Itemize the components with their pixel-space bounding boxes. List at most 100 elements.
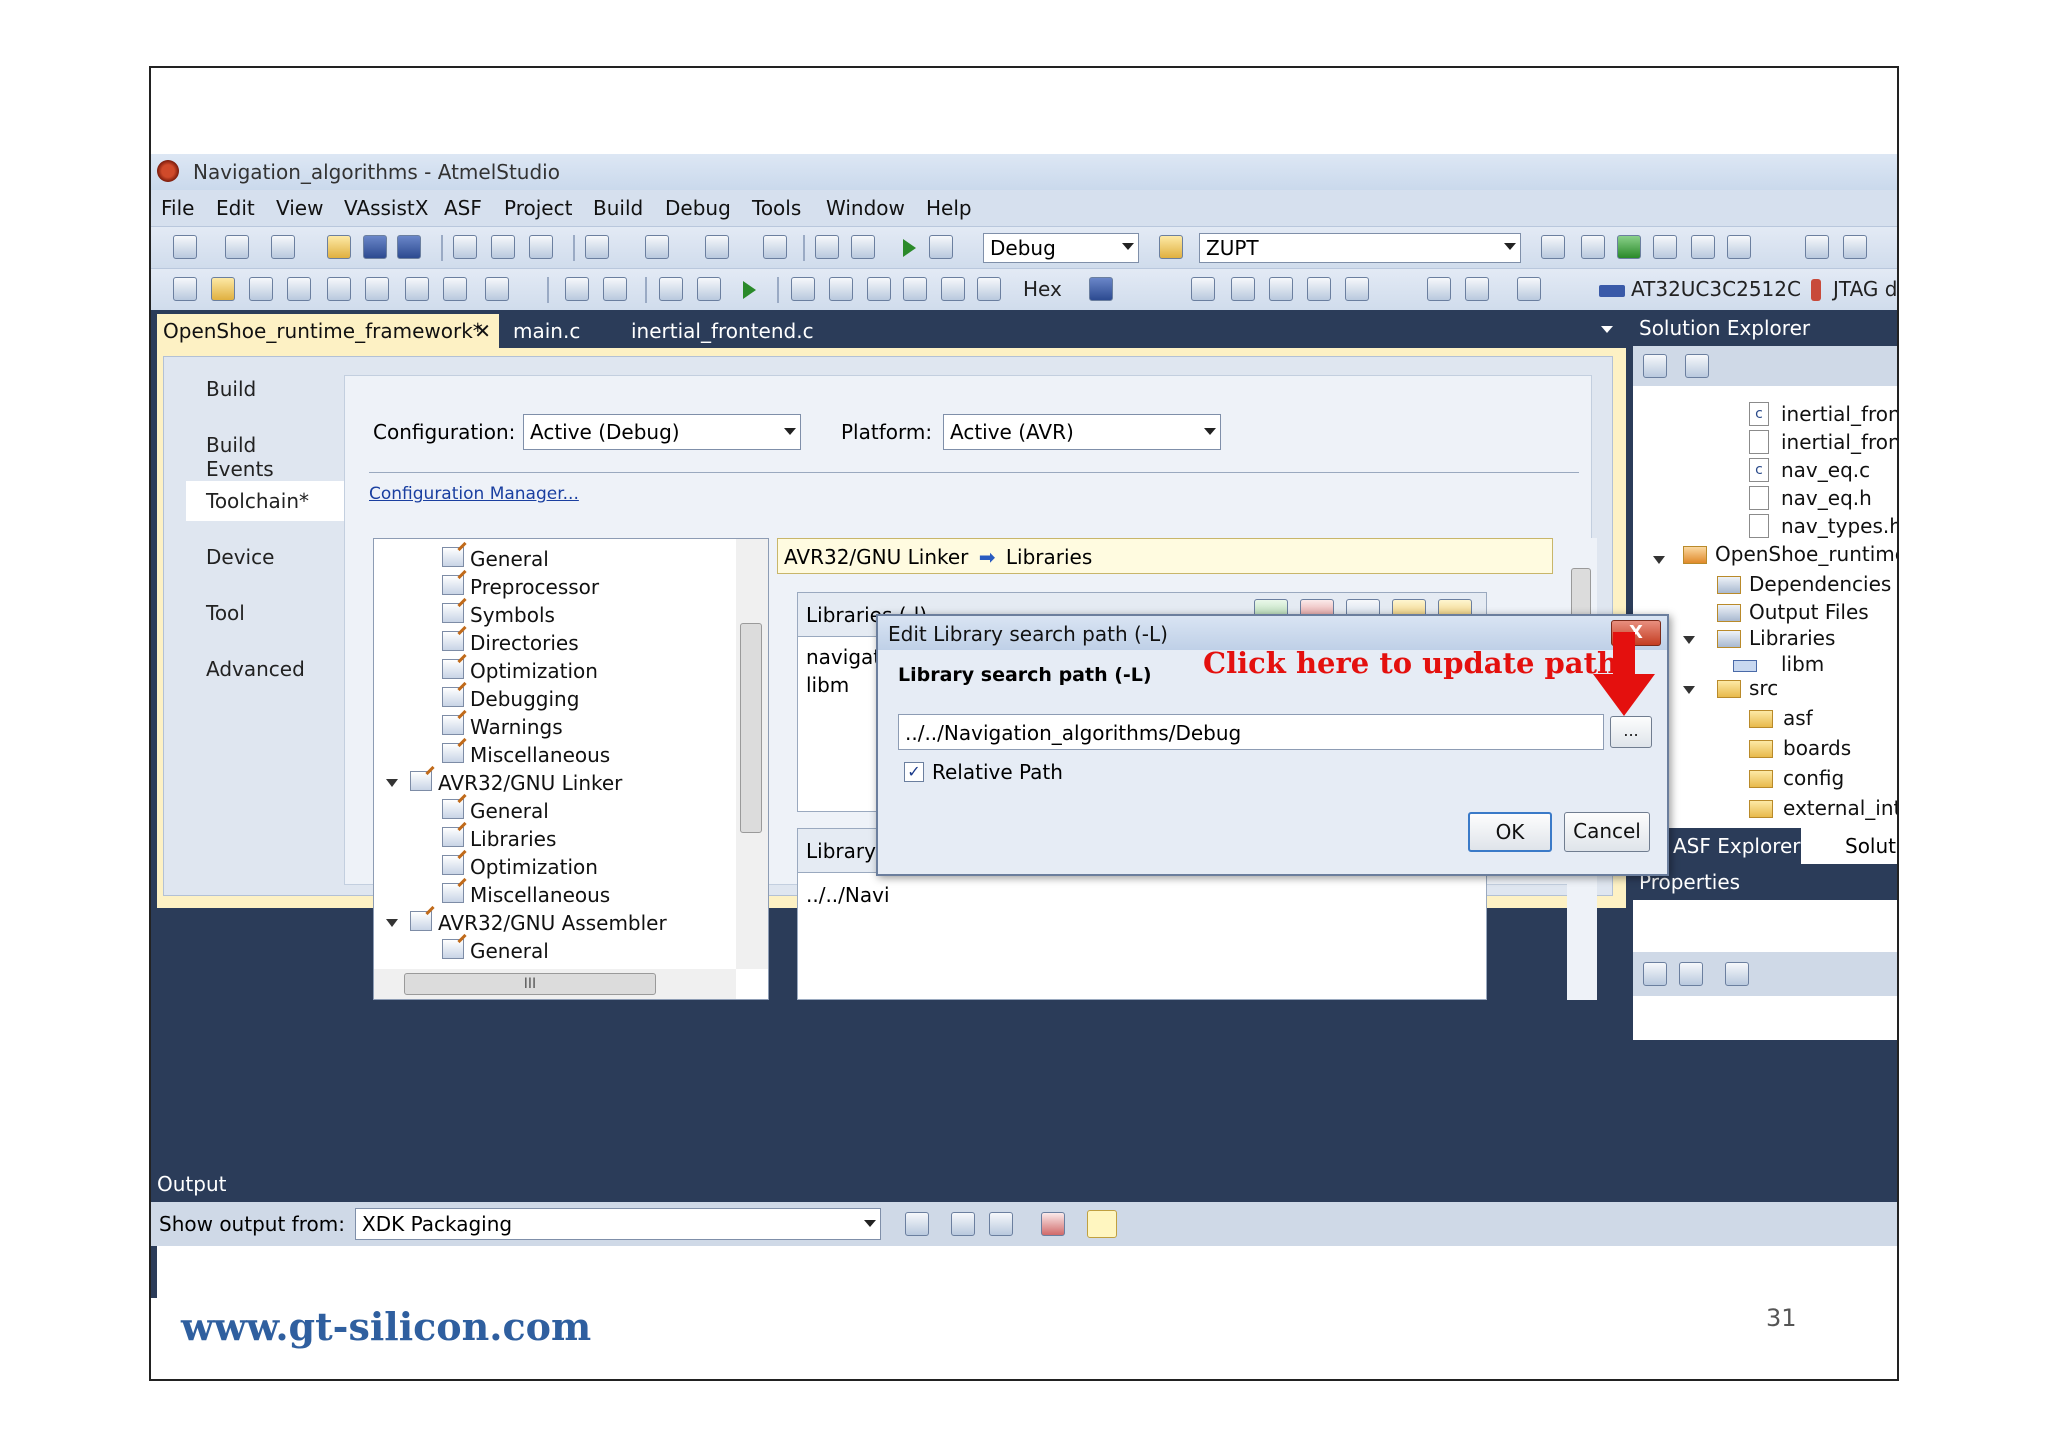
step-into-icon[interactable] xyxy=(659,277,683,301)
menu-asf[interactable]: ASF xyxy=(444,196,482,220)
save-all-icon[interactable] xyxy=(397,235,421,259)
tool-label[interactable]: JTAG d xyxy=(1833,277,1897,301)
tree-item-avr32-gnu-assembler[interactable]: AVR32/GNU Assembler xyxy=(438,911,667,935)
tab-inertial-frontend-c[interactable]: inertial_frontend.c xyxy=(625,314,820,348)
path-input[interactable]: ../../Navigation_algorithms/Debug xyxy=(898,714,1604,750)
disassembly-icon[interactable] xyxy=(1231,277,1255,301)
reset-icon[interactable] xyxy=(941,277,965,301)
stop-debugging-icon[interactable] xyxy=(603,277,627,301)
format-icon[interactable] xyxy=(405,277,429,301)
se-item-boards[interactable]: boards xyxy=(1783,736,1851,760)
device-label[interactable]: AT32UC3C2512C xyxy=(1631,277,1801,301)
find-icon[interactable] xyxy=(851,235,875,259)
show-next-statement-icon[interactable] xyxy=(903,277,927,301)
prop-tab-build[interactable]: Build xyxy=(186,369,346,409)
step-over-icon[interactable] xyxy=(791,277,815,301)
scroll-thumb[interactable] xyxy=(740,623,762,833)
tree-item-libraries[interactable]: Libraries xyxy=(470,827,556,851)
word-wrap-icon[interactable] xyxy=(1087,1210,1117,1238)
prop-tab-toolchain[interactable]: Toolchain* xyxy=(186,481,352,521)
output-source-select[interactable]: XDK Packaging xyxy=(355,1208,881,1240)
tab-asf-explorer[interactable]: ASF Explorer xyxy=(1673,834,1801,858)
expand-arrow-icon[interactable] xyxy=(1683,636,1695,644)
se-item-dependencies[interactable]: Dependencies xyxy=(1749,572,1891,596)
memory-window-icon[interactable] xyxy=(1089,277,1113,301)
menu-tools[interactable]: Tools xyxy=(752,196,801,220)
navigate-icon[interactable] xyxy=(705,235,729,259)
break-all-icon[interactable] xyxy=(565,277,589,301)
undo-icon[interactable] xyxy=(585,235,609,259)
asf-wizard-icon[interactable] xyxy=(1691,235,1715,259)
properties-icon[interactable] xyxy=(1581,235,1605,259)
bookmark-icon[interactable] xyxy=(327,277,351,301)
se-item-asf[interactable]: asf xyxy=(1783,706,1813,730)
build-icon[interactable] xyxy=(815,235,839,259)
redo-icon[interactable] xyxy=(645,235,669,259)
prop-tab-build-events[interactable]: Build Events xyxy=(186,425,346,481)
menu-project[interactable]: Project xyxy=(504,196,572,220)
se-item-output-files[interactable]: Output Files xyxy=(1749,600,1869,624)
se-item-openshoe-runtime[interactable]: OpenShoe_runtime xyxy=(1715,542,1897,566)
relative-path-checkbox[interactable]: ✓ xyxy=(904,762,924,782)
window-layout-icon[interactable] xyxy=(1727,235,1751,259)
add-item-icon[interactable] xyxy=(225,235,249,259)
platform-select[interactable]: Active (AVR) xyxy=(943,414,1221,450)
menu-view[interactable]: View xyxy=(276,196,323,220)
show-all-files-icon[interactable] xyxy=(1643,354,1667,378)
tree-horizontal-scrollbar[interactable]: III xyxy=(374,969,736,999)
menu-file[interactable]: File xyxy=(161,196,194,220)
new-project-icon[interactable] xyxy=(173,235,197,259)
browse-button[interactable]: ... xyxy=(1610,716,1652,748)
grid-icon[interactable] xyxy=(1465,277,1489,301)
tools-icon[interactable] xyxy=(249,277,273,301)
ok-button[interactable]: OK xyxy=(1468,812,1552,852)
prop-tab-tool[interactable]: Tool xyxy=(186,593,346,633)
tab-main-c[interactable]: main.c xyxy=(507,314,586,348)
save-icon[interactable] xyxy=(363,235,387,259)
tree-item-general[interactable]: General xyxy=(470,547,549,571)
paste-icon[interactable] xyxy=(529,235,553,259)
add-new-item-icon[interactable] xyxy=(271,235,295,259)
tab-openshoe-runtime-framework[interactable]: OpenShoe_runtime_framework* ✕ xyxy=(157,314,499,348)
expand-arrow-icon[interactable] xyxy=(386,779,398,787)
comment-icon[interactable] xyxy=(1805,235,1829,259)
menu-window[interactable]: Window xyxy=(826,196,905,220)
expand-arrow-icon[interactable] xyxy=(1653,556,1665,564)
tree-item-optimization[interactable]: Optimization xyxy=(470,659,598,683)
tree-item-warnings[interactable]: Warnings xyxy=(470,715,563,739)
pause-icon[interactable] xyxy=(697,277,721,301)
cut-icon[interactable] xyxy=(453,235,477,259)
se-item-external-int[interactable]: external_int xyxy=(1783,796,1897,820)
prop-tab-device[interactable]: Device xyxy=(186,537,346,577)
cancel-button[interactable]: Cancel xyxy=(1564,812,1650,852)
uncomment-icon[interactable] xyxy=(1843,235,1867,259)
tree-item-general[interactable]: General xyxy=(470,799,549,823)
menu-help[interactable]: Help xyxy=(926,196,972,220)
menu-debug[interactable]: Debug xyxy=(665,196,731,220)
tree-item-optimization[interactable]: Optimization xyxy=(470,855,598,879)
find-message-icon[interactable] xyxy=(905,1212,929,1236)
se-item-nav-types-h[interactable]: nav_types.h xyxy=(1781,514,1897,538)
library-search-path-item[interactable]: ../../Navi xyxy=(806,883,890,907)
tree-vertical-scrollbar[interactable] xyxy=(736,539,768,969)
menu-edit[interactable]: Edit xyxy=(216,196,255,220)
calendar-icon[interactable] xyxy=(1427,277,1451,301)
output-text-area[interactable] xyxy=(157,1246,1897,1298)
copy-icon[interactable] xyxy=(491,235,515,259)
clear-all-icon[interactable] xyxy=(1041,1212,1065,1236)
se-item-inertial-frontend-c[interactable]: inertial_fron xyxy=(1781,402,1897,426)
bookmark-next-icon[interactable] xyxy=(365,277,389,301)
refactor-icon[interactable] xyxy=(485,277,509,301)
hex-toggle[interactable]: Hex xyxy=(1023,277,1062,301)
tree-item-miscellaneous[interactable]: Miscellaneous xyxy=(470,883,610,907)
open-project-icon[interactable] xyxy=(211,277,235,301)
open-file-icon[interactable] xyxy=(1159,235,1183,259)
start-without-debugging-icon[interactable] xyxy=(929,235,953,259)
extensions-icon[interactable] xyxy=(287,277,311,301)
tree-item-symbols[interactable]: Symbols xyxy=(470,603,555,627)
se-item-src[interactable]: src xyxy=(1749,676,1778,700)
se-item-libm[interactable]: libm xyxy=(1781,652,1824,676)
registers-icon[interactable] xyxy=(1269,277,1293,301)
chip-icon[interactable] xyxy=(1517,277,1541,301)
property-pages-icon[interactable] xyxy=(1725,962,1749,986)
